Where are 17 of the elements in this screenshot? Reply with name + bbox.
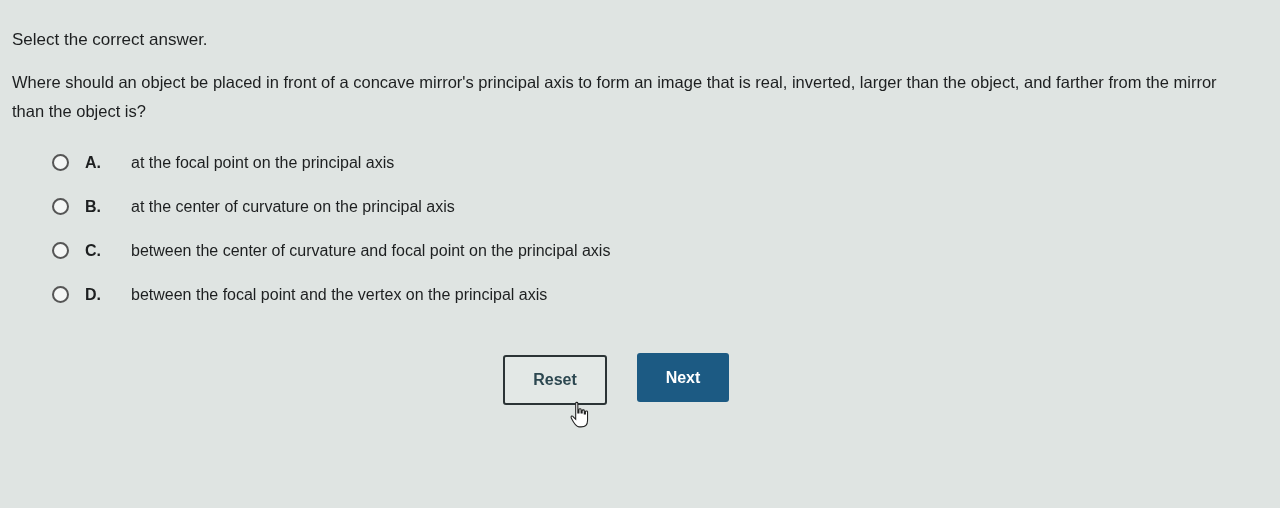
hand-cursor-icon <box>569 401 591 429</box>
reset-button[interactable]: Reset <box>503 355 607 405</box>
option-letter: B. <box>85 197 102 216</box>
radio-button[interactable] <box>52 198 69 215</box>
radio-button[interactable] <box>52 286 69 303</box>
radio-button[interactable] <box>52 154 69 171</box>
option-letter: D. <box>85 285 102 304</box>
option-letter: C. <box>85 241 102 260</box>
instruction-text: Select the correct answer. <box>12 30 209 50</box>
option-text[interactable]: at the center of curvature on the principal axis <box>131 197 455 216</box>
next-button[interactable]: Next <box>637 353 729 402</box>
option-text[interactable]: between the center of curvature and focal point on the principal axis <box>131 241 611 260</box>
option-text[interactable]: at the focal point on the principal axis <box>131 153 395 172</box>
radio-button[interactable] <box>52 242 69 259</box>
option-letter: A. <box>85 153 102 172</box>
option-text[interactable]: between the focal point and the vertex on the principal axis <box>131 285 548 304</box>
question-text: Where should an object be placed in front of a concave mirror's principal axis to form an image that is real, inverted, larger than the object, and farther from the mirror than the object is? <box>12 72 1218 122</box>
